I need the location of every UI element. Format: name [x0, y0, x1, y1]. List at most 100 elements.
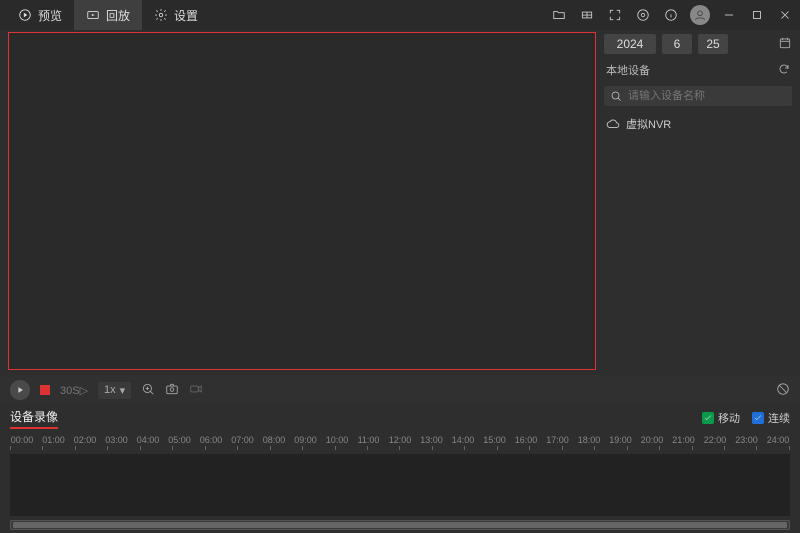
- maximize-button[interactable]: [748, 6, 766, 24]
- search-input[interactable]: [628, 90, 786, 102]
- tick-label: 13:00: [420, 435, 444, 445]
- tick-mark: [10, 446, 11, 450]
- timeline: 00:0001:0002:0003:0004:0005:0006:0007:00…: [0, 431, 800, 450]
- device-item[interactable]: 虚拟NVR: [604, 112, 792, 136]
- gear-icon: [154, 8, 168, 22]
- refresh-icon[interactable]: [778, 63, 790, 78]
- tick-label: 00:00: [10, 435, 34, 445]
- zoom-icon[interactable]: [141, 382, 155, 399]
- close-button[interactable]: [776, 6, 794, 24]
- stop-button[interactable]: [40, 385, 50, 395]
- tick-mark: [756, 446, 757, 450]
- tick-label: 12:00: [388, 435, 412, 445]
- date-picker-row: 2024 6 25: [604, 34, 792, 54]
- search-icon: [610, 90, 622, 102]
- tick-label: 17:00: [546, 435, 570, 445]
- tick-mark: [42, 446, 43, 450]
- tick-label: 20:00: [640, 435, 664, 445]
- tick-label: 08:00: [262, 435, 286, 445]
- date-month[interactable]: 6: [662, 34, 692, 54]
- tick-label: 01:00: [42, 435, 66, 445]
- tick-mark: [529, 446, 530, 450]
- timeline-marks: [10, 446, 790, 450]
- settings-icon[interactable]: [634, 6, 652, 24]
- tick-mark: [75, 446, 76, 450]
- record-type-bar: 设备录像 移动 连续: [0, 405, 800, 431]
- playback-icon: [86, 8, 100, 22]
- check-continuous-label: 连续: [768, 410, 790, 426]
- tick-label: 11:00: [357, 435, 381, 445]
- title-bar: 预览 回放 设置: [0, 0, 800, 30]
- disable-icon[interactable]: [776, 382, 790, 399]
- tick-mark: [205, 446, 206, 450]
- tick-label: 22:00: [703, 435, 727, 445]
- tick-label: 03:00: [105, 435, 129, 445]
- info-icon[interactable]: [662, 6, 680, 24]
- grid-icon[interactable]: [578, 6, 596, 24]
- timeline-scrollbar[interactable]: [10, 520, 790, 530]
- tick-mark: [594, 446, 595, 450]
- speed-selector[interactable]: 1x ▾: [98, 382, 131, 399]
- date-year[interactable]: 2024: [604, 34, 656, 54]
- tick-mark: [627, 446, 628, 450]
- date-day[interactable]: 25: [698, 34, 728, 54]
- tick-label: 10:00: [325, 435, 349, 445]
- local-devices-label: 本地设备: [606, 62, 650, 78]
- tick-label: 07:00: [231, 435, 255, 445]
- tick-label: 05:00: [168, 435, 192, 445]
- check-icon: [702, 412, 714, 424]
- check-motion[interactable]: 移动: [702, 410, 740, 426]
- chevron-down-icon: ▾: [120, 384, 126, 397]
- skip-30s-label[interactable]: 30S▷: [60, 384, 88, 397]
- fullscreen-icon[interactable]: [606, 6, 624, 24]
- scrollbar-thumb[interactable]: [13, 522, 787, 528]
- tick-mark: [692, 446, 693, 450]
- tick-mark: [399, 446, 400, 450]
- user-avatar[interactable]: [690, 5, 710, 25]
- tick-label: 09:00: [294, 435, 318, 445]
- timeline-ticks: 00:0001:0002:0003:0004:0005:0006:0007:00…: [10, 435, 790, 445]
- video-viewport[interactable]: [8, 32, 596, 370]
- play-circle-icon: [18, 8, 32, 22]
- local-devices-header: 本地设备: [604, 60, 792, 80]
- tick-mark: [464, 446, 465, 450]
- tab-settings[interactable]: 设置: [142, 0, 210, 30]
- record-type-tab[interactable]: 设备录像: [10, 408, 58, 429]
- speed-value: 1x: [104, 384, 116, 396]
- snapshot-icon[interactable]: [165, 382, 179, 399]
- tick-mark: [237, 446, 238, 450]
- play-button[interactable]: [10, 380, 30, 400]
- tick-mark: [724, 446, 725, 450]
- tick-mark: [562, 446, 563, 450]
- tab-preview[interactable]: 预览: [6, 0, 74, 30]
- minimize-button[interactable]: [720, 6, 738, 24]
- tab-playback-label: 回放: [106, 7, 130, 24]
- tick-mark: [335, 446, 336, 450]
- tick-mark: [659, 446, 660, 450]
- record-type-checks: 移动 连续: [702, 410, 790, 426]
- tab-playback[interactable]: 回放: [74, 0, 142, 30]
- main-area: 2024 6 25 本地设备 虚拟NVR: [0, 30, 800, 375]
- folder-icon[interactable]: [550, 6, 568, 24]
- timeline-track[interactable]: [10, 454, 790, 516]
- device-search[interactable]: [604, 86, 792, 106]
- tick-mark: [302, 446, 303, 450]
- tick-label: 18:00: [577, 435, 601, 445]
- tick-label: 23:00: [735, 435, 759, 445]
- tick-label: 19:00: [609, 435, 633, 445]
- check-continuous[interactable]: 连续: [752, 410, 790, 426]
- tab-preview-label: 预览: [38, 7, 62, 24]
- tick-label: 16:00: [514, 435, 538, 445]
- tick-label: 02:00: [73, 435, 97, 445]
- tick-label: 06:00: [199, 435, 223, 445]
- titlebar-right-icons: [550, 5, 794, 25]
- tick-mark: [140, 446, 141, 450]
- device-name: 虚拟NVR: [626, 116, 671, 132]
- calendar-icon[interactable]: [778, 36, 792, 53]
- record-icon[interactable]: [189, 382, 203, 399]
- cloud-icon: [606, 117, 620, 131]
- tick-mark: [107, 446, 108, 450]
- tick-mark: [172, 446, 173, 450]
- tick-label: 15:00: [483, 435, 507, 445]
- tick-mark: [432, 446, 433, 450]
